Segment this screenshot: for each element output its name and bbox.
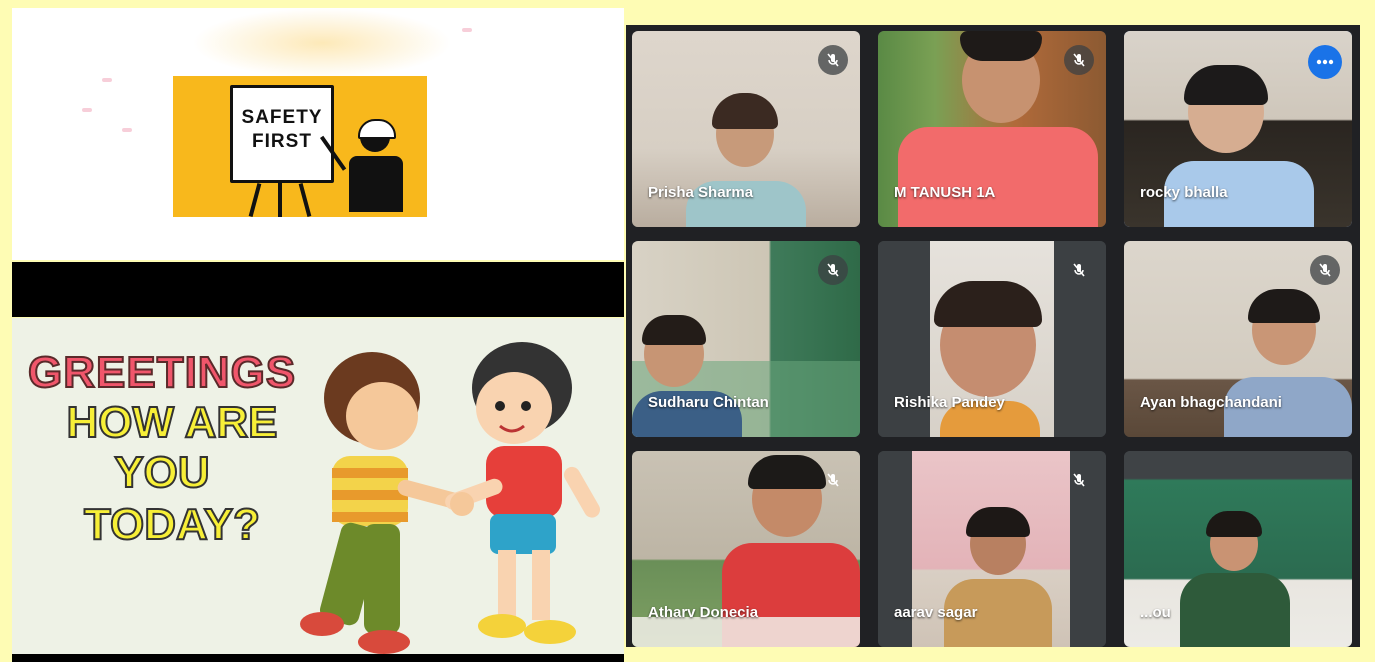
participant-tile[interactable]: aarav sagar	[878, 451, 1106, 647]
participant-tile[interactable]: ...ou	[1124, 451, 1352, 647]
participant-tile[interactable]: Rishika Pandey	[878, 241, 1106, 437]
divider-bar	[12, 262, 624, 317]
participant-name: ...ou	[1140, 604, 1171, 621]
safety-first-illustration: SAFETY FIRST	[173, 76, 427, 217]
participant-tile[interactable]: Ayan bhagchandani	[1124, 241, 1352, 437]
video-call-grid: Prisha Sharma M TANUSH 1A rocky bhalla S…	[626, 25, 1360, 647]
kid1-leg	[364, 524, 400, 634]
more-options-button[interactable]	[1308, 45, 1342, 79]
participant-tile[interactable]: Atharv Donecia	[632, 451, 860, 647]
kid1-shoe	[300, 612, 344, 636]
participant-name: Ayan bhagchandani	[1140, 394, 1282, 411]
mic-off-icon	[1064, 255, 1094, 285]
participant-tile[interactable]: M TANUSH 1A	[878, 31, 1106, 227]
participant-tile[interactable]: Sudharu Chintan	[632, 241, 860, 437]
greeting-line-4: TODAY?	[83, 499, 261, 550]
participant-name: rocky bhalla	[1140, 184, 1228, 201]
kid1-face	[346, 382, 418, 450]
mic-off-icon	[1064, 465, 1094, 495]
participant-name: Prisha Sharma	[648, 184, 754, 201]
presentation-board: SAFETY FIRST	[230, 85, 334, 183]
mic-off-icon	[818, 465, 848, 495]
kid2-shorts	[490, 514, 556, 554]
greetings-heading: GREETINGS	[27, 347, 297, 398]
participant-name: aarav sagar	[894, 604, 978, 621]
kid2-shoe	[478, 614, 526, 638]
safety-board-text: SAFETY FIRST	[233, 106, 331, 154]
participant-name: Atharv Donecia	[648, 604, 759, 621]
mic-off-icon	[818, 255, 848, 285]
kids-handshake-illustration	[300, 342, 600, 654]
kid1-shoe	[358, 630, 410, 654]
decorative-speck	[102, 78, 112, 82]
kid2-face	[476, 372, 552, 444]
board-leg	[278, 183, 282, 217]
safety-line-2: FIRST	[252, 131, 312, 152]
participant-name: Rishika Pandey	[894, 394, 1005, 411]
more-horiz-icon	[1316, 59, 1334, 65]
greeting-line-3: YOU	[113, 447, 210, 498]
handshake	[450, 492, 474, 516]
decorative-speck	[122, 128, 132, 132]
board-leg	[298, 183, 312, 217]
mic-off-icon	[1064, 45, 1094, 75]
decorative-speck	[462, 28, 472, 32]
participant-tile[interactable]: Prisha Sharma	[632, 31, 860, 227]
decorative-speck	[82, 108, 92, 112]
divider-bar	[12, 654, 624, 662]
kid2-shoe	[524, 620, 576, 644]
safety-line-1: SAFETY	[241, 107, 323, 128]
board-leg	[248, 183, 262, 217]
participant-name: Sudharu Chintan	[648, 394, 769, 411]
teacher-silhouette	[349, 156, 403, 212]
mic-off-icon	[818, 45, 848, 75]
mic-off-icon	[1310, 255, 1340, 285]
greeting-line-2: HOW ARE	[65, 397, 278, 448]
decorative-glow	[192, 8, 452, 78]
greetings-slide: GREETINGS HOW ARE YOU TODAY?	[12, 318, 624, 654]
hard-hat-icon	[358, 119, 396, 139]
participant-tile-active-speaker[interactable]: rocky bhalla	[1124, 31, 1352, 227]
participant-name: M TANUSH 1A	[894, 184, 996, 201]
safety-first-slide: SAFETY FIRST	[12, 8, 624, 260]
